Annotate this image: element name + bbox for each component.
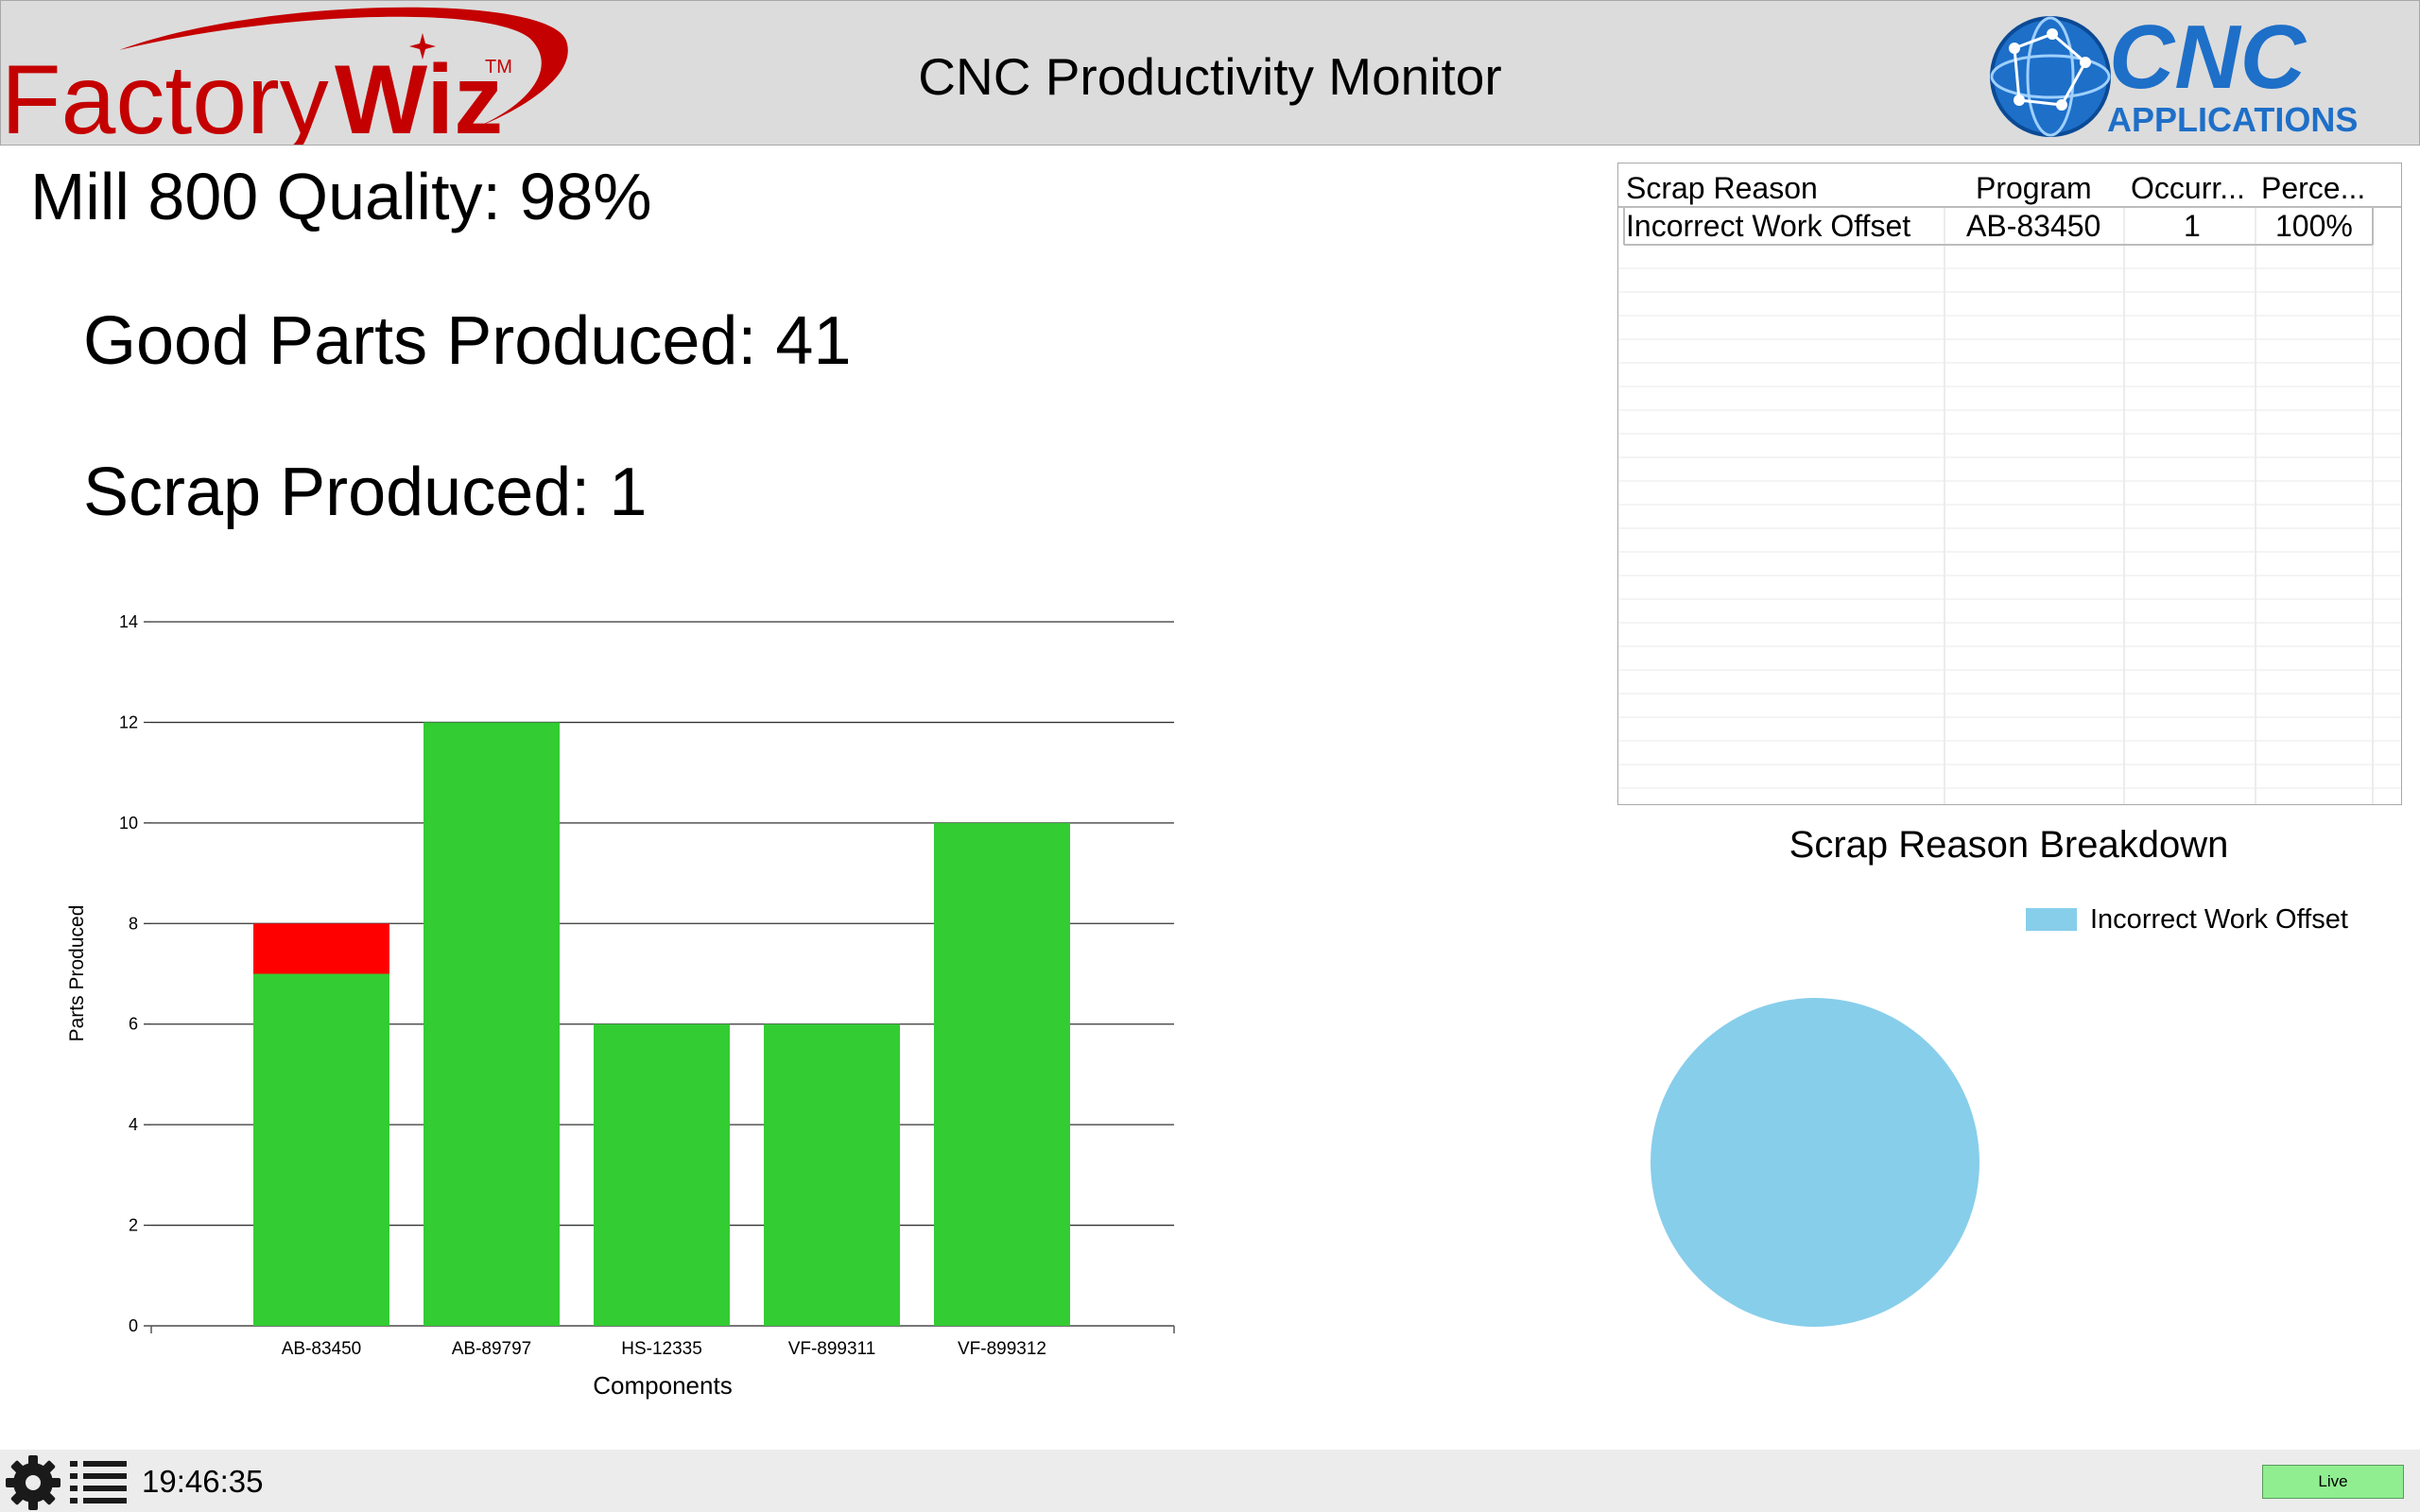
y-tick-label: 0 [129,1316,138,1335]
parts-produced-bar-chart: 0 2 4 6 8 10 12 14 AB-83450 AB-89797 HS-12335 VF-89… [66,612,1175,1400]
column-header-program[interactable]: Program [1976,169,2092,207]
bar-scrap [253,923,389,974]
legend-swatch [2026,908,2077,931]
globe-icon [1990,16,2111,137]
table-cell-program[interactable]: AB-83450 [1966,207,2100,245]
bar-good-parts [934,822,1070,1326]
gear-icon[interactable] [4,1453,62,1512]
cnc-applications-logo: CNC APPLICATIONS [1990,10,2358,139]
pie-slice [1651,998,1979,1327]
pie-chart-title: Scrap Reason Breakdown [1789,824,2229,866]
y-tick-label: 12 [119,713,138,731]
x-tick-label: AB-89797 [452,1339,532,1359]
legend-label: Incorrect Work Offset [2090,904,2348,935]
x-tick-label: VF-899312 [958,1339,1046,1359]
x-tick-label: AB-83450 [282,1339,362,1359]
table-cell-percent[interactable]: 100% [2275,207,2353,245]
column-header-occurrences[interactable]: Occurr... [2131,169,2245,207]
status-bar: 19:46:35 Live [0,1450,2420,1512]
logo-text-cnc: CNC [2109,10,2308,108]
y-axis-title: Parts Produced [66,905,88,1042]
column-header-scrap-reason[interactable]: Scrap Reason [1626,169,1818,207]
x-tick-label: HS-12335 [621,1339,702,1359]
bar-good-parts [253,973,389,1326]
scrap-reason-pie-chart [1651,998,1979,1327]
list-menu-icon[interactable] [68,1457,129,1510]
x-axis-title: Components [593,1371,732,1400]
table-cell-scrap-reason[interactable]: Incorrect Work Offset [1626,207,1910,245]
good-parts-stat: Good Parts Produced: 41 [83,303,852,379]
table-grid-lines [1618,206,2401,804]
x-tick-label: VF-899311 [788,1339,876,1359]
y-tick-label: 2 [129,1216,138,1235]
bar-good-parts [424,722,560,1326]
scrap-reason-table: Scrap Reason Program Occurr... Perce... … [1617,163,2402,805]
y-tick-label: 14 [119,612,138,631]
logo-text-applications: APPLICATIONS [2107,100,2358,139]
scrap-produced-stat: Scrap Produced: 1 [83,455,648,530]
y-tick-label: 8 [129,914,138,933]
live-button[interactable]: Live [2262,1465,2404,1499]
bar-good-parts [594,1023,730,1326]
y-tick-label: 6 [129,1015,138,1034]
header-bar: Factory Wiz TM CNC Productivity Monitor … [0,0,2420,146]
table-cell-occurrences[interactable]: 1 [2184,207,2201,245]
y-tick-label: 4 [129,1115,138,1134]
bar-good-parts [764,1023,900,1326]
y-tick-label: 10 [119,814,138,833]
quality-stat: Mill 800 Quality: 98% [30,160,652,233]
clock-time: 19:46:35 [142,1464,264,1499]
column-header-percent[interactable]: Perce... [2261,169,2365,207]
